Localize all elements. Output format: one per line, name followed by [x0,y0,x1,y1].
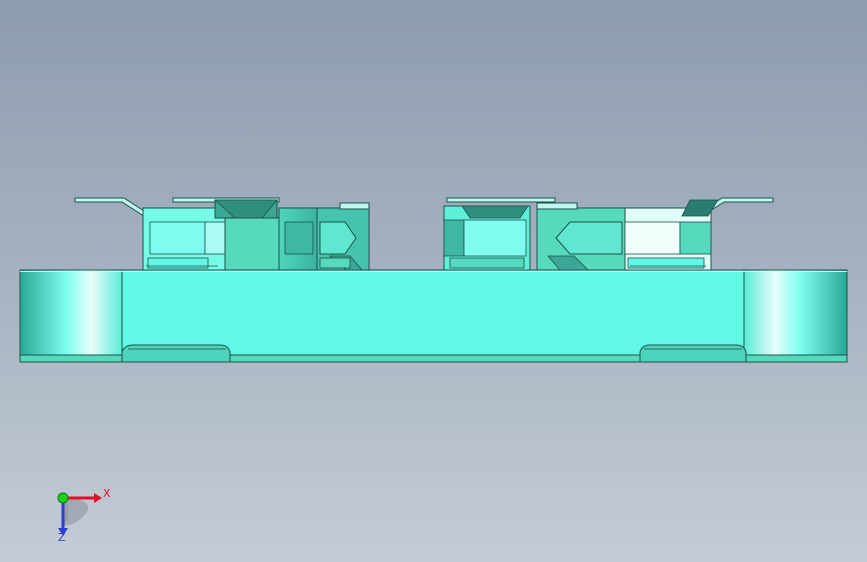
cad-model-view[interactable] [0,0,867,562]
base-plate-left-endcap [19,269,123,359]
left-top-flange [74,197,151,221]
cad-viewport[interactable]: X Z [0,0,867,562]
left-clip-assembly[interactable] [74,197,370,271]
right-clip-assembly[interactable] [443,197,774,271]
triad-shadow-arc [64,498,89,526]
coordinate-triad: X Z [40,480,120,550]
base-plate-right-foot [639,344,747,363]
left-block-mid [224,217,280,271]
y-axis-origin-icon [57,492,69,504]
base-plate-left-foot [121,344,231,363]
x-axis-label: X [103,487,111,500]
right-top-rail [446,197,556,203]
base-plate[interactable] [19,269,848,363]
base-plate-right-endcap [743,269,848,359]
right-latch-arrow [555,221,623,255]
z-axis-label: Z [58,531,66,544]
